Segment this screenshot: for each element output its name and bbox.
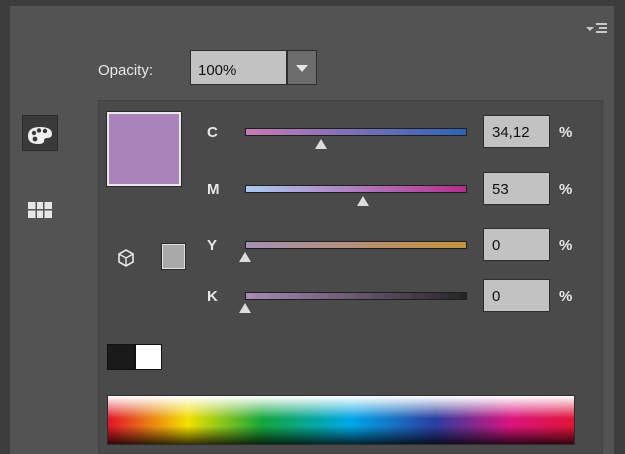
panel-right-edge [614, 0, 625, 454]
palette-icon [28, 127, 52, 144]
value-input-y[interactable]: 0 [483, 228, 550, 261]
value-input-k[interactable]: 0 [483, 279, 550, 312]
opacity-value: 100% [198, 62, 237, 79]
percent-unit: % [559, 288, 573, 305]
opacity-dropdown-button[interactable] [287, 50, 317, 85]
slider-m[interactable] [245, 185, 467, 193]
white-swatch[interactable] [135, 344, 162, 370]
channel-label-m: M [207, 181, 220, 198]
percent-unit: % [559, 124, 573, 141]
slider-thumb-m[interactable] [356, 196, 369, 206]
cube-icon[interactable] [116, 248, 136, 268]
color-mode-button[interactable] [22, 115, 58, 151]
percent-unit: % [559, 237, 573, 254]
channel-label-c: C [207, 124, 218, 141]
slider-k[interactable] [245, 292, 467, 300]
slider-thumb-y[interactable] [239, 252, 251, 262]
slider-thumb-c[interactable] [314, 139, 327, 149]
value-input-m[interactable]: 53 [483, 172, 550, 205]
grid-icon [28, 202, 52, 218]
channel-value: 0 [492, 288, 501, 305]
black-swatch[interactable] [107, 344, 135, 370]
color-panel: Opacity: 100% C 34,12% M 53% Y 0% K 0% [0, 0, 625, 454]
value-input-c[interactable]: 34,12 [483, 115, 550, 148]
out-of-gamut-swatch[interactable] [161, 243, 186, 270]
percent-unit: % [559, 181, 573, 198]
slider-y[interactable] [245, 241, 467, 249]
channel-value: 53 [492, 181, 509, 198]
fill-color-swatch[interactable] [106, 111, 182, 187]
channel-value: 0 [492, 237, 501, 254]
slider-c[interactable] [245, 128, 467, 136]
panel-menu-icon[interactable] [584, 18, 614, 40]
channel-label-k: K [207, 288, 218, 305]
opacity-input[interactable]: 100% [190, 50, 287, 85]
color-spectrum-ramp[interactable] [107, 395, 575, 445]
swatches-button[interactable] [22, 192, 58, 228]
panel-top-edge [0, 0, 625, 6]
chevron-down-icon [296, 65, 308, 72]
slider-thumb-k[interactable] [239, 303, 251, 313]
channel-label-y: Y [207, 237, 218, 254]
opacity-label: Opacity: [98, 62, 154, 79]
channel-value: 34,12 [492, 124, 530, 141]
panel-left-edge [0, 0, 10, 454]
